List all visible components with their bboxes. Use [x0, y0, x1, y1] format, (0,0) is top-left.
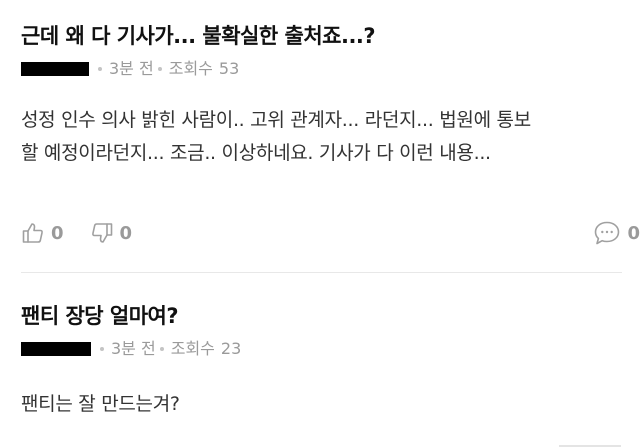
- thumbs-down-icon: [91, 223, 112, 243]
- post-time: 3분 전: [109, 59, 154, 78]
- post-meta: 3분 전 조회수 53: [21, 56, 622, 82]
- post-card[interactable]: 근데 왜 다 기사가... 불확실한 출처죠...? 3분 전 조회수 53 성…: [21, 18, 640, 245]
- author-name-redacted: [21, 342, 91, 356]
- like-button[interactable]: 0: [21, 221, 64, 245]
- post-time: 3분 전: [111, 339, 156, 358]
- meta-separator-dot: [157, 67, 162, 71]
- post-body-line: 성정 인수 의사 밝힌 사람이.. 고위 관계자... 라던지... 법원에 통…: [21, 109, 531, 131]
- post-divider: [21, 272, 622, 273]
- thumbs-up-icon: [22, 223, 43, 243]
- post-body[interactable]: 성정 인수 의사 밝힌 사람이.. 고위 관계자... 라던지... 법원에 통…: [21, 104, 622, 170]
- post-meta: 3분 전 조회수 23: [21, 336, 622, 362]
- speech-bubble-icon: [595, 221, 620, 245]
- post-card[interactable]: 팬티 장당 얼마여? 3분 전 조회수 23 팬티는 잘 만드는겨?: [21, 298, 622, 421]
- post-body-line: 팬티는 잘 만드는겨?: [21, 393, 180, 415]
- post-title[interactable]: 팬티 장당 얼마여?: [21, 298, 622, 334]
- meta-separator-dot: [159, 347, 164, 351]
- post-body[interactable]: 팬티는 잘 만드는겨?: [21, 388, 622, 421]
- post-actions: 0 0 0: [21, 218, 640, 248]
- post-body-line: 할 예정이라던지... 조금.. 이상하네요. 기사가 다 이런 내용...: [21, 142, 491, 164]
- comment-button[interactable]: 0: [593, 220, 640, 246]
- dislike-button[interactable]: 0: [90, 221, 133, 245]
- view-count-label: 조회수: [170, 339, 215, 358]
- view-count: 23: [220, 339, 242, 358]
- like-count: 0: [51, 222, 64, 244]
- author-name-redacted: [21, 62, 89, 76]
- dislike-count: 0: [119, 222, 133, 244]
- post-title[interactable]: 근데 왜 다 기사가... 불확실한 출처죠...?: [21, 18, 622, 54]
- view-count-label: 조회수: [168, 59, 213, 78]
- meta-separator-dot: [98, 67, 102, 71]
- meta-separator-dot: [100, 347, 104, 351]
- comment-count: 0: [627, 222, 640, 244]
- view-count: 53: [218, 59, 240, 78]
